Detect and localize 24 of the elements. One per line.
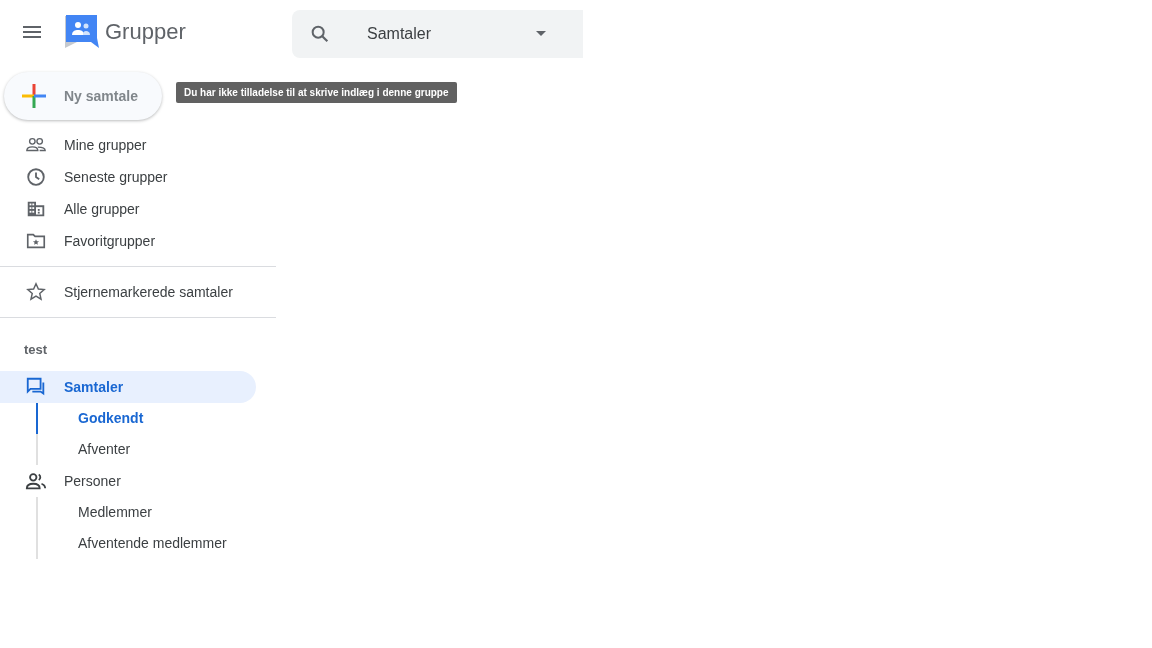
subnav-item[interactable]: Medlemmer <box>36 497 276 528</box>
clock-icon <box>25 166 47 188</box>
person-icon <box>25 470 47 492</box>
tooltip: Du har ikke tilladelse til at skrive indlæg i denne gruppe <box>176 82 457 103</box>
subnav-item[interactable]: Godkendt <box>36 403 276 434</box>
star-icon <box>25 281 47 303</box>
search-scope: Samtaler <box>367 24 433 43</box>
nav-item[interactable]: Seneste grupper <box>0 161 276 193</box>
app-title: Grupper <box>105 19 186 45</box>
group-name: test <box>23 341 49 359</box>
search-bar[interactable]: Samtaler <box>292 9 583 58</box>
nav-item[interactable]: Samtaler <box>0 371 256 403</box>
plus-icon <box>22 84 46 108</box>
nav-item[interactable]: Favoritgrupper <box>0 225 276 257</box>
subnav-item[interactable]: Afventer <box>36 434 276 465</box>
nav-item[interactable]: Personer <box>0 465 256 497</box>
nav-item[interactable]: Mine grupper <box>0 129 276 161</box>
subnav-item[interactable]: Afventende medlemmer <box>36 528 276 559</box>
menu-icon[interactable] <box>23 26 41 38</box>
nav-item[interactable]: Stjernemarkerede samtaler <box>0 276 276 308</box>
chat-icon <box>25 376 47 398</box>
dropdown-caret-icon[interactable] <box>536 31 546 36</box>
groups-logo-icon <box>63 14 99 50</box>
nav-item[interactable]: Alle grupper <box>0 193 276 225</box>
